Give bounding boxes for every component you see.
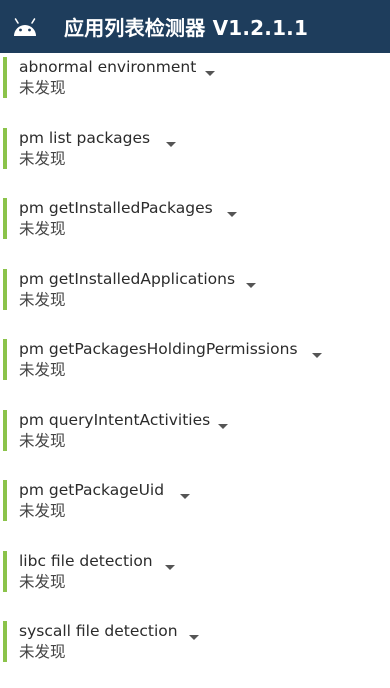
accent-bar: [3, 127, 7, 169]
chevron-down-icon[interactable]: [218, 423, 228, 429]
detection-status: 未发现: [19, 220, 66, 238]
chevron-down-icon[interactable]: [246, 282, 256, 288]
chevron-down-icon[interactable]: [205, 71, 215, 76]
detection-name: pm getPackagesHoldingPermissions: [19, 340, 298, 358]
detection-status: 未发现: [19, 431, 66, 450]
detection-name: pm getPackageUid: [19, 481, 165, 499]
list-item[interactable]: pm getPackageUid 未发现: [0, 476, 390, 547]
detection-name: abnormal environment: [19, 58, 197, 76]
accent-bar: [3, 480, 7, 521]
chevron-down-icon[interactable]: [312, 353, 322, 358]
detection-name: syscall file detection: [19, 622, 178, 640]
accent-bar: [3, 198, 7, 239]
detection-name: pm getInstalledApplications: [19, 269, 236, 288]
chevron-down-icon[interactable]: [165, 564, 175, 570]
detection-status: 未发现: [19, 361, 66, 379]
app-bar: 应用列表检测器 V1.2.1.1: [0, 0, 390, 53]
list-item[interactable]: pm getInstalledApplications 未发现: [0, 265, 390, 336]
list-item[interactable]: pm getInstalledPackages 未发现: [0, 194, 390, 265]
detection-name: pm getInstalledPackages: [19, 199, 213, 217]
accent-bar: [3, 339, 7, 380]
detection-name: pm queryIntentActivities: [19, 410, 211, 429]
app-title: 应用列表检测器 V1.2.1.1: [64, 16, 309, 40]
accent-bar: [3, 621, 7, 662]
detection-name: pm list packages: [19, 128, 151, 147]
chevron-down-icon[interactable]: [166, 141, 176, 147]
detection-name: libc file detection: [19, 551, 153, 570]
list-item[interactable]: pm list packages 未发现: [0, 124, 390, 195]
list-item[interactable]: pm queryIntentActivities 未发现: [0, 406, 390, 477]
accent-bar: [3, 550, 7, 592]
detection-status: 未发现: [19, 643, 66, 661]
chevron-down-icon[interactable]: [189, 635, 199, 640]
chevron-down-icon[interactable]: [180, 494, 190, 499]
accent-bar: [3, 57, 7, 98]
detection-status: 未发现: [19, 502, 66, 520]
detection-status: 未发现: [19, 572, 66, 591]
accent-bar: [3, 268, 7, 310]
list-item[interactable]: libc file detection 未发现: [0, 547, 390, 618]
chevron-down-icon[interactable]: [227, 212, 237, 217]
list-item[interactable]: syscall file detection 未发现: [0, 617, 390, 688]
detection-status: 未发现: [19, 290, 66, 309]
detection-status: 未发现: [19, 79, 66, 97]
detection-status: 未发现: [19, 149, 66, 168]
detection-list: abnormal environment 未发现 pm list package…: [0, 53, 390, 688]
android-icon: [12, 14, 38, 40]
accent-bar: [3, 409, 7, 451]
list-item[interactable]: pm getPackagesHoldingPermissions 未发现: [0, 335, 390, 406]
list-item[interactable]: abnormal environment 未发现: [0, 53, 390, 124]
